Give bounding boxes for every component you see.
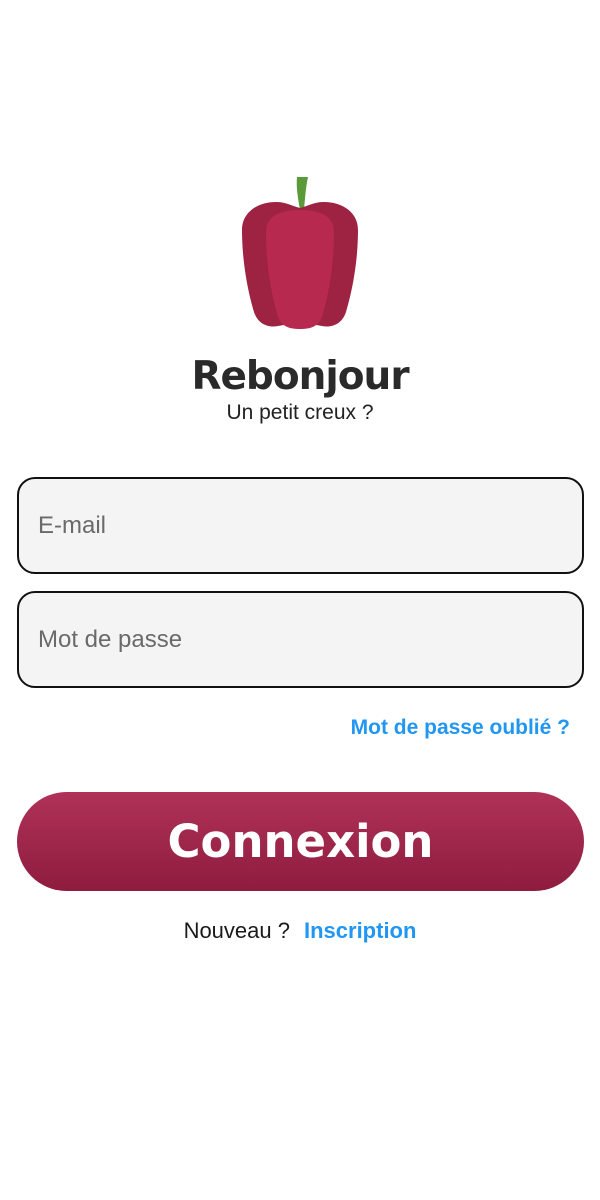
page-title: Rebonjour	[191, 354, 409, 399]
email-field[interactable]	[17, 477, 584, 574]
password-input[interactable]	[38, 593, 582, 686]
password-field[interactable]	[17, 591, 584, 688]
signup-row: Nouveau ? Inscription	[0, 918, 600, 944]
signup-question: Nouveau ?	[183, 918, 290, 943]
bell-pepper-icon	[236, 172, 364, 332]
login-screen: Rebonjour Un petit creux ? Mot de passe …	[0, 0, 600, 1200]
signup-link[interactable]: Inscription	[304, 918, 416, 944]
email-input[interactable]	[38, 479, 582, 572]
login-button[interactable]: Connexion	[17, 792, 584, 891]
forgot-password-link[interactable]: Mot de passe oublié ?	[351, 716, 570, 740]
page-subtitle: Un petit creux ?	[226, 401, 374, 424]
